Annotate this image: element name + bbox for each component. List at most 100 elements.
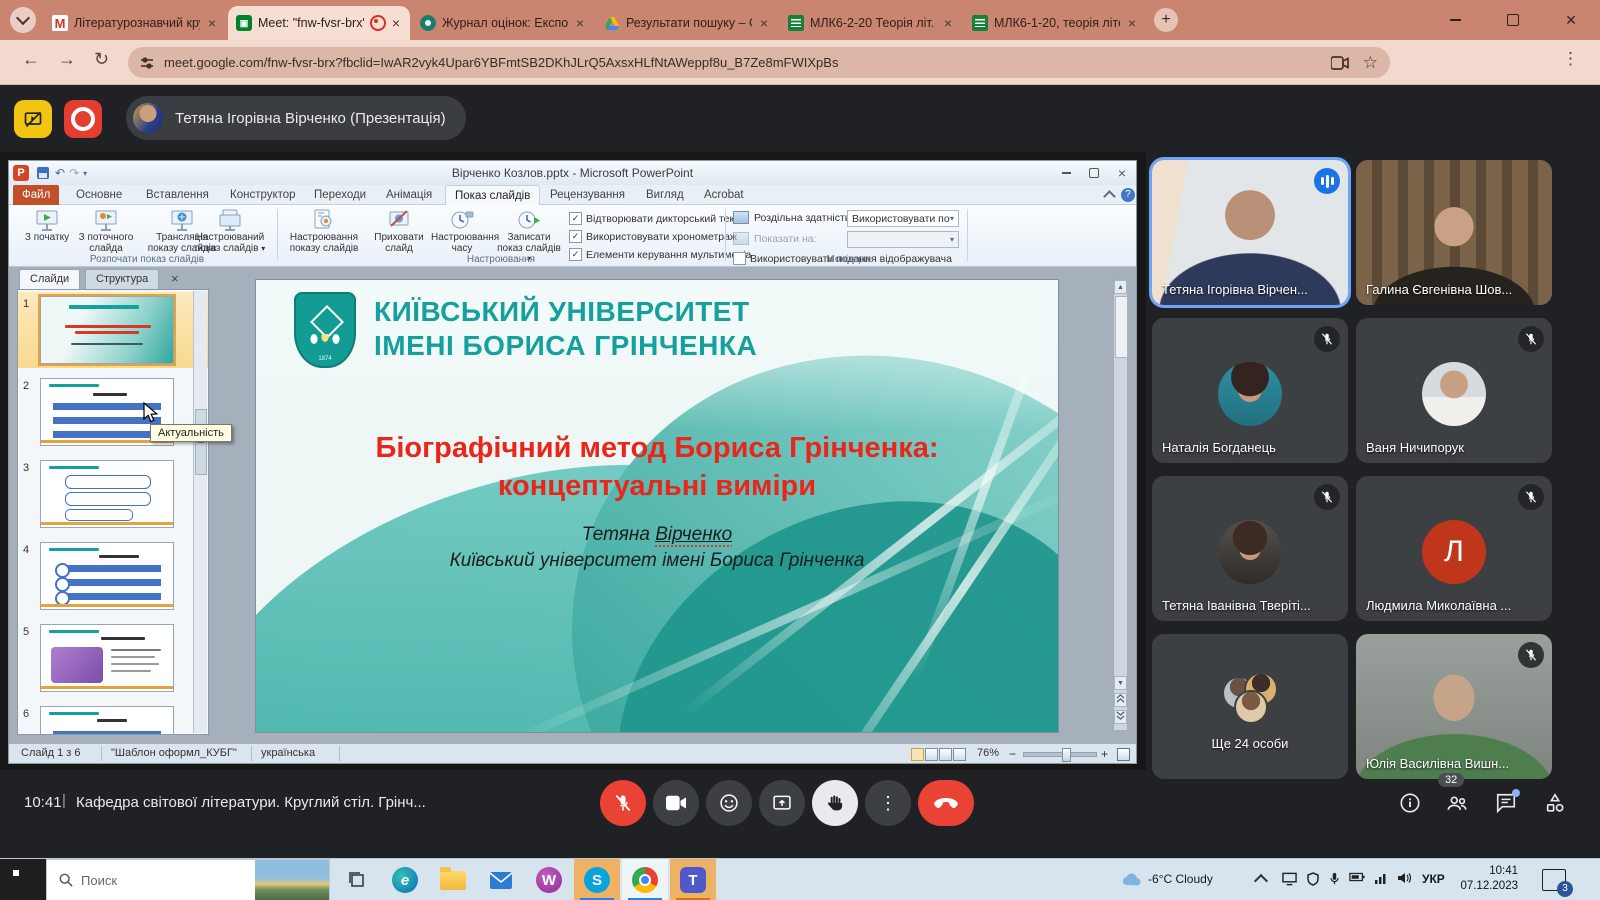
tab-close-icon[interactable]: × bbox=[942, 15, 954, 31]
more-options-button[interactable]: ⋮ bbox=[865, 780, 911, 826]
participant-tile[interactable]: Ваня Ничипорук bbox=[1356, 318, 1552, 463]
window-close-button[interactable]: × bbox=[1548, 0, 1594, 40]
w-app-button[interactable]: W bbox=[526, 859, 572, 900]
ribbon-tab-view[interactable]: Вигляд bbox=[637, 185, 693, 205]
ribbon-tab-transitions[interactable]: Переходи bbox=[305, 185, 375, 205]
participant-tile[interactable]: Л Людмила Миколаївна ... bbox=[1356, 476, 1552, 621]
chat-button[interactable] bbox=[1494, 791, 1518, 815]
zoom-slider[interactable] bbox=[1023, 752, 1097, 757]
camera-icon[interactable] bbox=[1331, 56, 1349, 70]
ribbon-tab-design[interactable]: Конструктор bbox=[221, 185, 305, 205]
reload-icon[interactable]: ↻ bbox=[94, 49, 109, 70]
camera-toggle-button[interactable] bbox=[653, 780, 699, 826]
participant-tile[interactable]: Тетяна Іванівна Тверіті... bbox=[1152, 476, 1348, 621]
mic-toggle-button[interactable] bbox=[600, 780, 646, 826]
raise-hand-button[interactable] bbox=[812, 780, 858, 826]
save-icon[interactable] bbox=[37, 167, 49, 179]
new-tab-button[interactable]: + bbox=[1154, 8, 1178, 32]
notification-center-button[interactable]: 3 bbox=[1542, 869, 1566, 891]
slide-scrollbar-thumb[interactable] bbox=[1115, 296, 1128, 358]
tab-close-icon[interactable]: × bbox=[758, 15, 770, 31]
fit-to-window-icon[interactable] bbox=[1117, 748, 1130, 761]
presentation-warning-button[interactable] bbox=[14, 100, 52, 138]
tray-expand-icon[interactable] bbox=[1254, 874, 1268, 888]
forward-icon[interactable]: → bbox=[58, 49, 76, 70]
tab-close-icon[interactable]: × bbox=[574, 15, 586, 31]
redo-icon[interactable]: ↷ bbox=[69, 166, 79, 180]
setup-slideshow-button[interactable]: Настроювання показу слайдів bbox=[281, 209, 367, 254]
start-button[interactable] bbox=[0, 859, 46, 900]
from-current-slide-button[interactable]: З поточного слайда bbox=[75, 209, 137, 254]
site-info-icon[interactable] bbox=[140, 56, 154, 70]
task-view-button[interactable] bbox=[334, 859, 380, 900]
panel-scrollbar-thumb[interactable] bbox=[195, 409, 207, 475]
tab-close-icon[interactable]: × bbox=[206, 15, 218, 31]
ppt-close-button[interactable]: × bbox=[1108, 164, 1136, 182]
help-icon[interactable]: ? bbox=[1121, 188, 1135, 202]
presenter-pill[interactable]: Тетяна Ігорівна Вірченко (Презентація) bbox=[126, 96, 466, 140]
show-participants-button[interactable] bbox=[1445, 791, 1469, 815]
language-indicator[interactable]: УКР bbox=[1422, 872, 1445, 886]
browser-tab-gmail[interactable]: M Літературознавчий круглий × bbox=[44, 6, 226, 40]
ribbon-tab-slideshow[interactable]: Показ слайдів bbox=[445, 185, 540, 206]
participant-tile[interactable]: Юлія Василівна Вишн... bbox=[1356, 634, 1552, 779]
browser-tab-sheet2[interactable]: МЛК6-1-20, теорія літерату × bbox=[964, 6, 1146, 40]
participant-tile[interactable]: Тетяна Ігорівна Вірчен... bbox=[1152, 160, 1348, 305]
zoom-slider-thumb[interactable] bbox=[1062, 748, 1071, 762]
overflow-participants-tile[interactable]: Ще 24 особи bbox=[1152, 634, 1348, 779]
ribbon-tab-home[interactable]: Основне bbox=[67, 185, 131, 205]
window-maximize-button[interactable] bbox=[1490, 0, 1536, 40]
slide-scrollbar[interactable]: ▲ ▼ bbox=[1113, 279, 1128, 731]
checkbox-narration[interactable]: ✓ Відтворювати дикторський текст bbox=[569, 212, 744, 225]
url-text[interactable]: meet.google.com/fnw-fvsr-brx?fbclid=IwAR… bbox=[164, 55, 1331, 70]
rehearse-timings-button[interactable]: Настроювання часу bbox=[431, 209, 493, 254]
ribbon-tab-review[interactable]: Рецензування bbox=[541, 185, 634, 205]
taskbar-clock[interactable]: 10:41 07.12.2023 bbox=[1460, 864, 1518, 894]
view-sorter-icon[interactable] bbox=[925, 748, 938, 761]
hide-slide-button[interactable]: Приховати слайд bbox=[369, 209, 429, 254]
browser-tab-sheet1[interactable]: МЛК6-2-20 Теорія літ. - Goc × bbox=[780, 6, 962, 40]
participant-tile[interactable]: Галина Євгенівна Шов... bbox=[1356, 160, 1552, 305]
reactions-button[interactable] bbox=[706, 780, 752, 826]
mail-button[interactable] bbox=[478, 859, 524, 900]
scroll-up-icon[interactable]: ▲ bbox=[1114, 280, 1127, 294]
ribbon-tab-animations[interactable]: Анімація bbox=[377, 185, 441, 205]
view-slideshow-icon[interactable] bbox=[953, 748, 966, 761]
skype-button[interactable]: S bbox=[574, 859, 620, 900]
window-minimize-button[interactable] bbox=[1432, 0, 1478, 40]
from-beginning-button[interactable]: З початку bbox=[21, 209, 73, 244]
activities-button[interactable] bbox=[1543, 791, 1567, 815]
taskbar-search[interactable]: Поиск bbox=[46, 859, 330, 900]
zoom-percentage[interactable]: 76% bbox=[977, 747, 999, 759]
ribbon-tab-insert[interactable]: Вставлення bbox=[137, 185, 218, 205]
ppt-restore-button[interactable] bbox=[1080, 164, 1108, 182]
tab-search-button[interactable] bbox=[10, 7, 36, 33]
zoom-out-icon[interactable]: − bbox=[1009, 747, 1016, 761]
present-screen-button[interactable] bbox=[759, 780, 805, 826]
address-bar[interactable]: meet.google.com/fnw-fvsr-brx?fbclid=IwAR… bbox=[128, 47, 1390, 78]
panel-scrollbar[interactable] bbox=[193, 291, 207, 733]
view-reading-icon[interactable] bbox=[939, 748, 952, 761]
weather-text[interactable]: -6°C Cloudy bbox=[1148, 872, 1213, 886]
scroll-down-icon[interactable]: ▼ bbox=[1114, 676, 1127, 690]
checkbox-timings[interactable]: ✓ Використовувати хронометраж bbox=[569, 230, 737, 243]
show-on-dropdown[interactable]: ▾ bbox=[847, 231, 959, 248]
ribbon-collapse-icon[interactable] bbox=[1103, 190, 1116, 203]
status-language[interactable]: українська bbox=[261, 747, 315, 759]
qat-caret-icon[interactable]: ▾ bbox=[83, 169, 87, 178]
panel-tab-slides[interactable]: Слайди bbox=[19, 269, 80, 289]
custom-slideshow-button[interactable]: Настроюваний показ слайдів ▾ bbox=[191, 209, 269, 254]
chrome-button[interactable] bbox=[622, 859, 668, 900]
browser-tab-meet[interactable]: ▣ Meet: "fnw-fvsr-brx" × bbox=[228, 6, 410, 40]
previous-slide-button[interactable] bbox=[1114, 693, 1127, 707]
meeting-details-button[interactable] bbox=[1398, 791, 1422, 815]
edge-button[interactable]: e bbox=[382, 859, 428, 900]
tab-close-icon[interactable]: × bbox=[390, 15, 402, 31]
ribbon-tab-file[interactable]: Файл bbox=[13, 185, 59, 205]
system-tray[interactable] bbox=[1282, 872, 1411, 886]
view-normal-icon[interactable] bbox=[911, 748, 924, 761]
panel-tab-outline[interactable]: Структура bbox=[85, 269, 159, 289]
panel-close-icon[interactable]: × bbox=[171, 271, 179, 286]
recording-button[interactable] bbox=[64, 100, 102, 138]
bookmark-star-icon[interactable]: ☆ bbox=[1363, 53, 1378, 73]
